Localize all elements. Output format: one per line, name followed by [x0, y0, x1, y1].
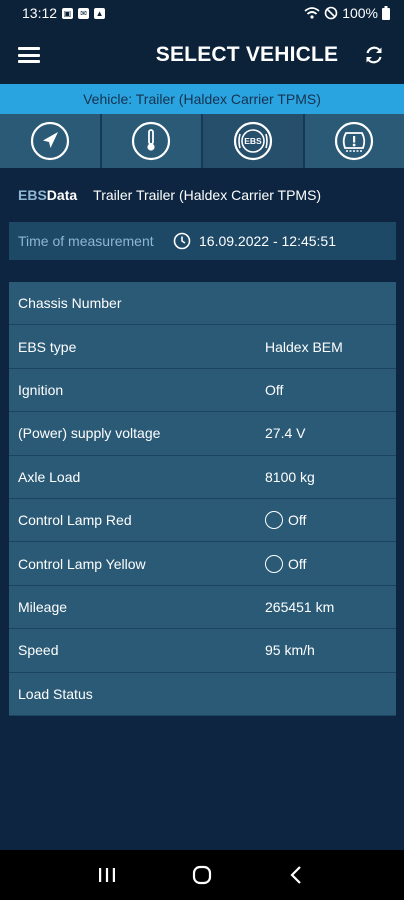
- row-key: Mileage: [18, 598, 68, 615]
- row-value: 265451 km: [265, 598, 335, 615]
- back-icon[interactable]: [286, 864, 308, 886]
- tab-navigation[interactable]: [0, 114, 102, 168]
- table-row: Axle Load 8100 kg: [9, 455, 396, 499]
- tab-temperature[interactable]: [101, 114, 203, 168]
- notification-icon: ▣: [62, 7, 74, 19]
- gallery-icon: ▲: [94, 7, 106, 19]
- status-bar: 13:12 ▣ ✉ ▲ 100%: [0, 0, 404, 26]
- table-row: Ignition Off: [9, 368, 396, 413]
- clock-icon: [173, 232, 191, 250]
- table-row: Chassis Number: [9, 282, 396, 326]
- lamp-status: Off: [288, 555, 307, 572]
- row-value-lamp: Off: [265, 511, 307, 530]
- measurement-value: 16.09.2022 - 12:45:51: [199, 233, 337, 249]
- row-value: 27.4 V: [265, 425, 306, 442]
- row-key: Axle Load: [18, 468, 81, 485]
- table-row: Mileage 265451 km: [9, 585, 396, 630]
- table-row: Control Lamp Yellow Off: [9, 542, 396, 586]
- row-value: Off: [265, 381, 284, 398]
- row-key: Ignition: [18, 381, 64, 398]
- row-value: 95 km/h: [265, 642, 315, 659]
- table-row: EBS type Haldex BEM: [9, 325, 396, 369]
- row-key: EBS type: [18, 338, 77, 355]
- table-row: (Power) supply voltage 27.4 V: [9, 412, 396, 456]
- app-bar: SELECT VEHICLE: [0, 26, 404, 84]
- ebs-title-suffix: Data: [46, 187, 78, 203]
- mail-icon: ✉: [78, 7, 90, 19]
- tpms-icon: [335, 121, 374, 161]
- measurement-time-row: Time of measurement 16.09.2022 - 12:45:5…: [9, 222, 396, 260]
- ebs-icon: EBS: [233, 121, 272, 161]
- wifi-icon: [304, 7, 320, 19]
- tab-bar: EBS: [0, 114, 404, 168]
- thermometer-icon: [132, 121, 171, 161]
- status-right: 100%: [304, 5, 390, 21]
- battery-percent: 100%: [342, 5, 378, 21]
- row-value: Haldex BEM: [265, 338, 343, 355]
- vehicle-banner[interactable]: Vehicle: Trailer (Haldex Carrier TPMS): [0, 84, 404, 114]
- status-time: 13:12: [22, 5, 58, 21]
- mute-icon: [324, 6, 338, 20]
- tab-ebs[interactable]: EBS: [203, 114, 305, 168]
- row-key: Speed: [18, 642, 59, 659]
- row-value: 8100 kg: [265, 468, 315, 485]
- row-value-lamp: Off: [265, 554, 307, 573]
- vehicle-banner-label: Vehicle: Trailer (Haldex Carrier TPMS): [83, 91, 321, 107]
- ebs-vehicle-name: Trailer Trailer (Haldex Carrier TPMS): [93, 187, 322, 203]
- table-row: Load Status: [9, 672, 396, 716]
- ebs-data-table: Chassis Number EBS type Haldex BEM Ignit…: [9, 282, 396, 716]
- table-row: Control Lamp Red Off: [9, 498, 396, 543]
- tab-tpms[interactable]: [304, 114, 404, 168]
- row-key: Control Lamp Red: [18, 512, 132, 529]
- menu-icon[interactable]: [18, 47, 40, 63]
- ebs-header: EBS Data Trailer Trailer (Haldex Carrier …: [9, 168, 396, 222]
- ebs-title-prefix: EBS: [18, 187, 47, 203]
- row-key: Chassis Number: [18, 295, 122, 312]
- navigation-icon: [30, 121, 69, 161]
- row-key: Control Lamp Yellow: [18, 555, 146, 572]
- page-title[interactable]: SELECT VEHICLE: [0, 43, 404, 67]
- row-key: Load Status: [18, 685, 93, 702]
- system-nav-bar: [0, 850, 404, 900]
- status-left: 13:12 ▣ ✉ ▲: [22, 5, 106, 21]
- lamp-off-icon: [265, 554, 283, 573]
- lamp-status: Off: [288, 512, 307, 529]
- home-icon[interactable]: [191, 864, 213, 886]
- ebs-icon-label: EBS: [244, 136, 262, 146]
- measurement-label: Time of measurement: [18, 233, 154, 249]
- battery-icon: [382, 6, 390, 20]
- refresh-icon[interactable]: [362, 43, 386, 67]
- table-row: Speed 95 km/h: [9, 629, 396, 673]
- ebs-content: EBS Data Trailer Trailer (Haldex Carrier …: [9, 168, 396, 716]
- recent-apps-icon[interactable]: [96, 864, 118, 886]
- lamp-off-icon: [265, 511, 283, 530]
- row-key: (Power) supply voltage: [18, 425, 161, 442]
